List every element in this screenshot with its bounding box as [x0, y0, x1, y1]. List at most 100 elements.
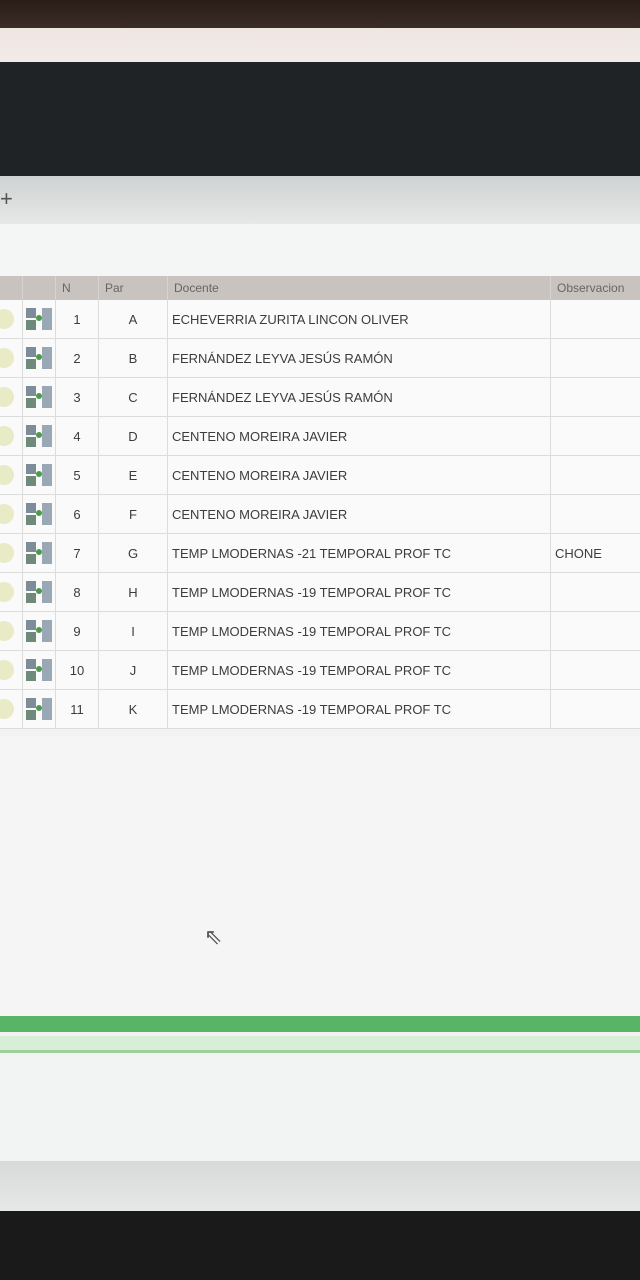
- cell-observacion: [550, 455, 640, 495]
- toolbar: +: [0, 176, 640, 225]
- taskbar: [0, 1161, 640, 1211]
- table-row[interactable]: 3 C FERNÁNDEZ LEYVA JESÚS RAMÓN: [0, 377, 640, 417]
- table-row[interactable]: 6 F CENTENO MOREIRA JAVIER: [0, 494, 640, 534]
- row-status-cell: [0, 689, 23, 729]
- row-action-cell[interactable]: [22, 572, 56, 612]
- edit-grid-icon[interactable]: [24, 462, 54, 488]
- row-action-cell[interactable]: [22, 611, 56, 651]
- mouse-pointer-icon: ⇖: [204, 924, 223, 949]
- monitor-bezel-top: [0, 0, 640, 70]
- cell-par: A: [98, 300, 168, 339]
- row-action-cell[interactable]: [22, 300, 56, 339]
- status-circle-icon: [0, 348, 14, 368]
- row-status-cell: [0, 650, 23, 690]
- row-action-cell[interactable]: [22, 689, 56, 729]
- status-circle-icon: [0, 621, 14, 641]
- cell-par: I: [98, 611, 168, 651]
- edit-grid-icon[interactable]: [24, 501, 54, 527]
- cell-n: 8: [55, 572, 99, 612]
- status-circle-icon: [0, 699, 14, 719]
- table-row[interactable]: 2 B FERNÁNDEZ LEYVA JESÚS RAMÓN: [0, 338, 640, 378]
- app-screen: + N Par Docente Observacion 1 A ECHEVERRIA…: [0, 176, 640, 1211]
- cell-observacion: [550, 611, 640, 651]
- cell-par: C: [98, 377, 168, 417]
- edit-grid-icon[interactable]: [24, 657, 54, 683]
- edit-grid-icon[interactable]: [24, 306, 54, 332]
- table-row[interactable]: 8 H TEMP LMODERNAS -19 TEMPORAL PROF TC: [0, 572, 640, 612]
- status-circle-icon: [0, 387, 14, 407]
- cell-par: G: [98, 533, 168, 573]
- cell-par: K: [98, 689, 168, 729]
- cell-docente: TEMP LMODERNAS -21 TEMPORAL PROF TC: [167, 533, 551, 573]
- row-status-cell: [0, 300, 23, 339]
- cell-observacion: [550, 377, 640, 417]
- cell-docente: ECHEVERRIA ZURITA LINCON OLIVER: [167, 300, 551, 339]
- cell-docente: TEMP LMODERNAS -19 TEMPORAL PROF TC: [167, 689, 551, 729]
- cell-observacion: [550, 572, 640, 612]
- edit-grid-icon[interactable]: [24, 618, 54, 644]
- cell-n: 4: [55, 416, 99, 456]
- status-circle-icon: [0, 660, 14, 680]
- table-row[interactable]: 7 G TEMP LMODERNAS -21 TEMPORAL PROF TC CHO…: [0, 533, 640, 573]
- cell-observacion: CHONE: [550, 533, 640, 573]
- cell-par: H: [98, 572, 168, 612]
- row-action-cell[interactable]: [22, 494, 56, 534]
- table-row[interactable]: 10 J TEMP LMODERNAS -19 TEMPORAL PROF TC: [0, 650, 640, 690]
- row-status-cell: [0, 338, 23, 378]
- table-row[interactable]: 5 E CENTENO MOREIRA JAVIER: [0, 455, 640, 495]
- row-status-cell: [0, 572, 23, 612]
- row-action-cell[interactable]: [22, 416, 56, 456]
- row-status-cell: [0, 611, 23, 651]
- table-row[interactable]: 9 I TEMP LMODERNAS -19 TEMPORAL PROF TC: [0, 611, 640, 651]
- row-action-cell[interactable]: [22, 455, 56, 495]
- cell-docente: TEMP LMODERNAS -19 TEMPORAL PROF TC: [167, 572, 551, 612]
- header-observacion[interactable]: Observacion: [550, 276, 640, 300]
- status-circle-icon: [0, 582, 14, 602]
- cell-n: 9: [55, 611, 99, 651]
- lower-panel: [0, 1056, 640, 1166]
- section-divider-light: [0, 1036, 640, 1053]
- cell-docente: FERNÁNDEZ LEYVA JESÚS RAMÓN: [167, 338, 551, 378]
- table-row[interactable]: 1 A ECHEVERRIA ZURITA LINCON OLIVER: [0, 300, 640, 339]
- header-par[interactable]: Par: [98, 276, 168, 300]
- grid-header-row: N Par Docente Observacion: [0, 276, 640, 300]
- cell-par: E: [98, 455, 168, 495]
- cell-docente: FERNÁNDEZ LEYVA JESÚS RAMÓN: [167, 377, 551, 417]
- cell-n: 3: [55, 377, 99, 417]
- section-divider: [0, 1016, 640, 1032]
- table-row[interactable]: 4 D CENTENO MOREIRA JAVIER: [0, 416, 640, 456]
- monitor-bezel-bottom: [0, 1211, 640, 1280]
- cell-docente: CENTENO MOREIRA JAVIER: [167, 416, 551, 456]
- status-circle-icon: [0, 504, 14, 524]
- cell-docente: TEMP LMODERNAS -19 TEMPORAL PROF TC: [167, 611, 551, 651]
- cell-observacion: [550, 416, 640, 456]
- cell-par: F: [98, 494, 168, 534]
- header-docente[interactable]: Docente: [167, 276, 551, 300]
- status-circle-icon: [0, 543, 14, 563]
- row-status-cell: [0, 416, 23, 456]
- row-action-cell[interactable]: [22, 377, 56, 417]
- filter-bar: [0, 224, 640, 276]
- edit-grid-icon[interactable]: [24, 384, 54, 410]
- status-circle-icon: [0, 426, 14, 446]
- edit-grid-icon[interactable]: [24, 579, 54, 605]
- cell-par: B: [98, 338, 168, 378]
- row-action-cell[interactable]: [22, 650, 56, 690]
- table-row[interactable]: 11 K TEMP LMODERNAS -19 TEMPORAL PROF TC: [0, 689, 640, 729]
- teachers-grid: N Par Docente Observacion 1 A ECHEVERRIA Z…: [0, 276, 640, 729]
- row-status-cell: [0, 494, 23, 534]
- edit-grid-icon[interactable]: [24, 696, 54, 722]
- cell-n: 6: [55, 494, 99, 534]
- cell-observacion: [550, 494, 640, 534]
- edit-grid-icon[interactable]: [24, 423, 54, 449]
- status-circle-icon: [0, 309, 14, 329]
- cell-docente: CENTENO MOREIRA JAVIER: [167, 494, 551, 534]
- add-icon[interactable]: +: [0, 186, 13, 212]
- edit-grid-icon[interactable]: [24, 540, 54, 566]
- header-n[interactable]: N: [55, 276, 99, 300]
- edit-grid-icon[interactable]: [24, 345, 54, 371]
- row-status-cell: [0, 377, 23, 417]
- row-action-cell[interactable]: [22, 338, 56, 378]
- row-action-cell[interactable]: [22, 533, 56, 573]
- cell-docente: CENTENO MOREIRA JAVIER: [167, 455, 551, 495]
